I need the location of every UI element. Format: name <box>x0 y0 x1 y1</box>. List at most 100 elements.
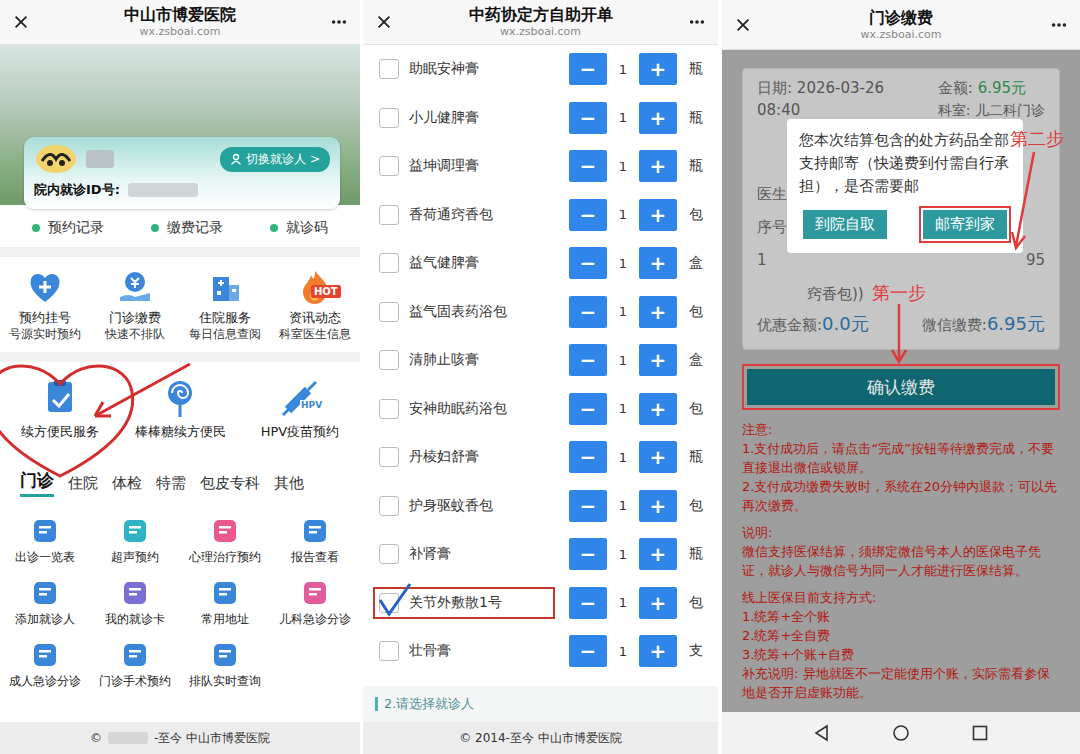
minus-button[interactable]: − <box>569 199 607 231</box>
quantity[interactable]: 1 <box>610 393 636 425</box>
plus-button[interactable]: + <box>639 344 677 376</box>
function-item[interactable]: 超声预约 <box>90 517 180 565</box>
category-tab[interactable]: 特需 <box>156 473 186 497</box>
medicine-select[interactable]: 小儿健脾膏 <box>373 102 555 134</box>
checkbox[interactable] <box>379 156 399 176</box>
plus-button[interactable]: + <box>639 490 677 522</box>
quick-link[interactable]: 预约记录 <box>32 219 104 237</box>
service-item[interactable]: 门诊缴费快速不排队 <box>90 269 180 342</box>
plus-button[interactable]: + <box>639 247 677 279</box>
convenience-item[interactable]: 续方便民服务 <box>0 378 120 440</box>
minus-button[interactable]: − <box>569 587 607 619</box>
checkbox[interactable] <box>379 205 399 225</box>
plus-button[interactable]: + <box>639 102 677 134</box>
switch-patient-button[interactable]: 切换就诊人 > <box>220 147 330 172</box>
checkbox[interactable] <box>379 593 399 613</box>
more-icon[interactable] <box>688 13 706 31</box>
checkbox[interactable] <box>379 641 399 661</box>
function-item[interactable]: 添加就诊人 <box>0 579 90 627</box>
function-item[interactable]: 儿科急诊分诊 <box>270 579 360 627</box>
home-icon[interactable] <box>891 723 911 743</box>
plus-button[interactable]: + <box>639 635 677 667</box>
plus-button[interactable]: + <box>639 199 677 231</box>
medicine-select[interactable]: 助眠安神膏 <box>373 53 555 85</box>
quantity[interactable]: 1 <box>610 635 636 667</box>
category-tab[interactable]: 其他 <box>274 473 304 497</box>
medicine-select[interactable]: 益气固表药浴包 <box>373 296 555 328</box>
function-item[interactable]: 成人急诊分诊 <box>0 641 90 689</box>
medicine-select[interactable]: 壮骨膏 <box>373 635 555 667</box>
category-tab[interactable]: 门诊 <box>20 470 54 497</box>
quantity[interactable]: 1 <box>610 199 636 231</box>
more-icon[interactable] <box>1050 16 1068 34</box>
convenience-item[interactable]: HPVHPV疫苗预约 <box>240 378 360 440</box>
checkbox[interactable] <box>379 302 399 322</box>
quantity[interactable]: 1 <box>610 538 636 570</box>
minus-button[interactable]: − <box>569 102 607 134</box>
minus-button[interactable]: − <box>569 538 607 570</box>
plus-button[interactable]: + <box>639 393 677 425</box>
plus-button[interactable]: + <box>639 441 677 473</box>
minus-button[interactable]: − <box>569 490 607 522</box>
checkbox[interactable] <box>379 108 399 128</box>
quantity[interactable]: 1 <box>610 490 636 522</box>
medicine-select[interactable]: 补肾膏 <box>373 538 555 570</box>
function-item[interactable]: 排队实时查询 <box>180 641 270 689</box>
minus-button[interactable]: − <box>569 635 607 667</box>
close-icon[interactable] <box>734 16 752 34</box>
category-tab[interactable]: 体检 <box>112 473 142 497</box>
medicine-select[interactable]: 安神助眠药浴包 <box>373 393 555 425</box>
quantity[interactable]: 1 <box>610 102 636 134</box>
checkbox[interactable] <box>379 350 399 370</box>
checkbox[interactable] <box>379 399 399 419</box>
quantity[interactable]: 1 <box>610 441 636 473</box>
minus-button[interactable]: − <box>569 393 607 425</box>
quantity[interactable]: 1 <box>610 587 636 619</box>
function-item[interactable]: 常用地址 <box>180 579 270 627</box>
minus-button[interactable]: − <box>569 247 607 279</box>
medicine-select[interactable]: 益气健脾膏 <box>373 247 555 279</box>
quantity[interactable]: 1 <box>610 296 636 328</box>
medicine-select[interactable]: 清肺止咳膏 <box>373 344 555 376</box>
service-item[interactable]: 住院服务每日信息查阅 <box>180 269 270 342</box>
medicine-select[interactable]: 丹棱妇舒膏 <box>373 441 555 473</box>
medicine-select[interactable]: 护身驱蚊香包 <box>373 490 555 522</box>
quick-link[interactable]: 缴费记录 <box>151 219 223 237</box>
plus-button[interactable]: + <box>639 150 677 182</box>
close-icon[interactable] <box>375 13 393 31</box>
dialog-button[interactable]: 到院自取 <box>803 210 887 239</box>
confirm-pay-button[interactable]: 确认缴费 <box>747 369 1055 405</box>
dialog-button[interactable]: 邮寄到家 <box>923 210 1007 239</box>
function-item[interactable]: 门诊手术预约 <box>90 641 180 689</box>
minus-button[interactable]: − <box>569 441 607 473</box>
close-icon[interactable] <box>12 13 30 31</box>
checkbox[interactable] <box>379 496 399 516</box>
more-icon[interactable] <box>330 13 348 31</box>
quantity[interactable]: 1 <box>610 344 636 376</box>
recents-icon[interactable] <box>970 723 990 743</box>
plus-button[interactable]: + <box>639 53 677 85</box>
checkbox[interactable] <box>379 544 399 564</box>
plus-button[interactable]: + <box>639 587 677 619</box>
quantity[interactable]: 1 <box>610 150 636 182</box>
medicine-select[interactable]: 香荷通窍香包 <box>373 199 555 231</box>
quick-link[interactable]: 就诊码 <box>270 219 328 237</box>
minus-button[interactable]: − <box>569 296 607 328</box>
category-tab[interactable]: 包皮专科 <box>200 473 260 497</box>
checkbox[interactable] <box>379 447 399 467</box>
convenience-item[interactable]: 棒棒糖续方便民 <box>120 378 240 440</box>
checkbox[interactable] <box>379 253 399 273</box>
minus-button[interactable]: − <box>569 53 607 85</box>
function-item[interactable]: 我的就诊卡 <box>90 579 180 627</box>
medicine-select[interactable]: 关节外敷散1号 <box>373 587 555 619</box>
medicine-select[interactable]: 益坤调理膏 <box>373 150 555 182</box>
quantity[interactable]: 1 <box>610 53 636 85</box>
plus-button[interactable]: + <box>639 296 677 328</box>
plus-button[interactable]: + <box>639 538 677 570</box>
function-item[interactable]: 出诊一览表 <box>0 517 90 565</box>
back-icon[interactable] <box>812 723 832 743</box>
category-tab[interactable]: 住院 <box>68 473 98 497</box>
service-item[interactable]: 预约挂号号源实时预约 <box>0 269 90 342</box>
function-item[interactable]: 报告查看 <box>270 517 360 565</box>
checkbox[interactable] <box>379 59 399 79</box>
